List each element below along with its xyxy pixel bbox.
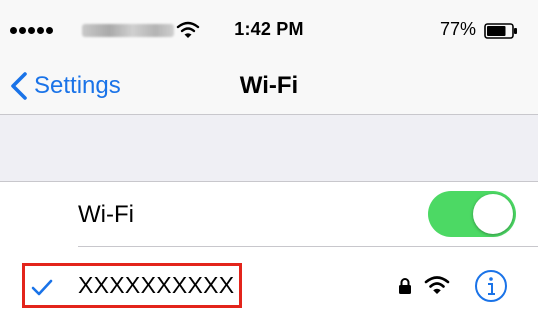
navigation-bar: Settings Wi-Fi bbox=[0, 58, 538, 115]
section-spacer bbox=[0, 115, 538, 182]
wifi-toggle-label: Wi-Fi bbox=[78, 201, 134, 228]
page-title: Wi-Fi bbox=[239, 72, 299, 99]
battery-icon bbox=[484, 23, 517, 39]
lock-icon bbox=[399, 278, 411, 294]
wifi-toggle-row: Wi-Fi bbox=[0, 182, 538, 246]
status-bar: 1:42 PM 77% bbox=[0, 0, 538, 58]
battery-percent: 77% bbox=[439, 19, 476, 39]
wifi-toggle-switch[interactable] bbox=[428, 191, 516, 237]
network-row[interactable]: XXXXXXXXXX bbox=[0, 247, 538, 309]
checkmark-icon bbox=[31, 279, 53, 296]
toggle-knob bbox=[473, 194, 513, 234]
wifi-signal-icon bbox=[424, 276, 450, 294]
info-icon[interactable] bbox=[474, 269, 508, 303]
network-name: XXXXXXXXXX bbox=[78, 272, 235, 298]
